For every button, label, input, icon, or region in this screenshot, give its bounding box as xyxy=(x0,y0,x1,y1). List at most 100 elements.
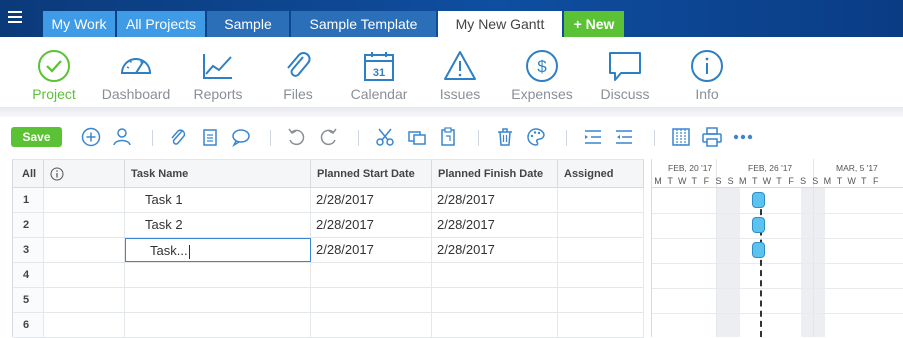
cut-icon[interactable] xyxy=(374,126,396,148)
tab-my-new-gantt[interactable]: My New Gantt xyxy=(438,11,562,37)
columns-icon[interactable] xyxy=(670,126,692,148)
planned-finish-header[interactable]: Planned Finish Date xyxy=(432,160,558,188)
planned-finish-cell[interactable] xyxy=(432,263,558,287)
planned-finish-cell[interactable]: 2/28/2017 xyxy=(432,238,558,262)
table-row[interactable]: 3 Task... 2/28/2017 2/28/2017 xyxy=(13,238,644,263)
gantt-row-line xyxy=(652,238,903,239)
assigned-cell[interactable] xyxy=(558,263,644,287)
nav-info-label: Info xyxy=(695,86,719,102)
assigned-cell[interactable] xyxy=(558,238,644,262)
task-name-cell[interactable]: Task 1 xyxy=(125,188,311,212)
nav-dashboard[interactable]: Dashboard xyxy=(91,49,181,102)
table-row[interactable]: 1 Task 1 2/28/2017 2/28/2017 xyxy=(13,188,644,213)
nav-expenses[interactable]: $ Expenses xyxy=(497,49,587,102)
assigned-cell[interactable] xyxy=(558,313,644,337)
row-info-cell[interactable] xyxy=(44,263,125,287)
nav-discuss[interactable]: Discuss xyxy=(580,49,670,102)
hamburger-menu-icon[interactable] xyxy=(8,11,22,25)
table-row[interactable]: 5 xyxy=(13,288,644,313)
nav-project[interactable]: Project xyxy=(9,49,99,102)
nav-calendar[interactable]: 31 Calendar xyxy=(334,49,424,102)
copy-icon[interactable] xyxy=(406,126,428,148)
nav-project-label: Project xyxy=(32,86,76,102)
save-button[interactable]: Save xyxy=(11,127,62,147)
task-name-cell[interactable] xyxy=(125,313,311,337)
planned-start-cell[interactable] xyxy=(311,263,432,287)
svg-text:$: $ xyxy=(537,57,547,76)
planned-start-cell[interactable] xyxy=(311,288,432,312)
project-tab-bar: My Work All Projects Sample Sample Templ… xyxy=(0,0,903,37)
undo-icon[interactable] xyxy=(285,126,307,148)
nav-reports-label: Reports xyxy=(193,86,243,102)
task-name-header[interactable]: Task Name xyxy=(125,160,311,188)
tab-all-projects[interactable]: All Projects xyxy=(117,11,205,37)
row-info-cell[interactable] xyxy=(44,313,125,337)
day-label: S xyxy=(715,176,722,186)
day-label: S xyxy=(727,176,734,186)
task-grid: All Task Name Planned Start Date Planned… xyxy=(12,159,644,338)
table-row[interactable]: 2 Task 2 2/28/2017 2/28/2017 xyxy=(13,213,644,238)
gantt-row-line xyxy=(652,213,903,214)
text-cursor xyxy=(188,244,190,259)
gantt-timeline: FEB, 20 '17 FEB, 26 '17 MAR, 5 '17 MTWTF… xyxy=(651,159,903,337)
planned-start-header[interactable]: Planned Start Date xyxy=(311,160,432,188)
nav-discuss-label: Discuss xyxy=(600,86,650,102)
task-name-input[interactable]: Task... xyxy=(125,238,311,262)
row-info-cell[interactable] xyxy=(44,188,125,212)
planned-start-cell[interactable] xyxy=(311,313,432,337)
paste-icon[interactable] xyxy=(437,126,459,148)
info-icon xyxy=(50,167,64,181)
assign-user-icon[interactable] xyxy=(111,126,133,148)
new-tab-button[interactable]: + New xyxy=(564,11,624,37)
nav-info[interactable]: Info xyxy=(662,49,752,102)
planned-finish-cell[interactable]: 2/28/2017 xyxy=(432,213,558,237)
nav-files-label: Files xyxy=(283,86,313,102)
planned-start-cell[interactable]: 2/28/2017 xyxy=(311,238,432,262)
paperclip-icon xyxy=(287,52,311,77)
planned-finish-cell[interactable] xyxy=(432,288,558,312)
nav-issues[interactable]: Issues xyxy=(415,49,505,102)
indent-icon[interactable] xyxy=(582,126,604,148)
planned-finish-cell[interactable] xyxy=(432,313,558,337)
comment-icon[interactable] xyxy=(230,126,252,148)
assigned-cell[interactable] xyxy=(558,288,644,312)
tab-my-work[interactable]: My Work xyxy=(43,11,115,37)
assigned-header[interactable]: Assigned xyxy=(558,160,644,188)
outdent-icon[interactable] xyxy=(613,126,635,148)
task-3-milestone[interactable] xyxy=(752,242,765,258)
task-2-milestone[interactable] xyxy=(752,217,765,233)
print-icon[interactable] xyxy=(701,126,723,148)
task-1-milestone[interactable] xyxy=(752,192,765,208)
add-task-icon[interactable] xyxy=(80,126,102,148)
table-row[interactable]: 4 xyxy=(13,263,644,288)
row-info-cell[interactable] xyxy=(44,238,125,262)
attach-icon[interactable] xyxy=(167,126,189,148)
planned-start-cell[interactable]: 2/28/2017 xyxy=(311,188,432,212)
more-options-icon[interactable] xyxy=(732,126,754,148)
calendar-icon: 31 xyxy=(364,52,394,81)
nav-reports[interactable]: Reports xyxy=(173,49,263,102)
clipboard-icon[interactable] xyxy=(199,126,221,148)
redo-icon[interactable] xyxy=(318,126,340,148)
color-palette-icon[interactable] xyxy=(525,126,547,148)
row-info-cell[interactable] xyxy=(44,288,125,312)
table-row[interactable]: 6 xyxy=(13,313,644,338)
day-label: T xyxy=(860,176,867,186)
delete-icon[interactable] xyxy=(494,126,516,148)
assigned-cell[interactable] xyxy=(558,188,644,212)
toolbar-separator xyxy=(358,130,359,146)
day-label: T xyxy=(752,176,758,186)
task-name-cell[interactable] xyxy=(125,288,311,312)
planned-start-cell[interactable]: 2/28/2017 xyxy=(311,213,432,237)
row-info-cell[interactable] xyxy=(44,213,125,237)
select-all-header[interactable]: All xyxy=(13,160,44,188)
assigned-cell[interactable] xyxy=(558,213,644,237)
info-column-header[interactable] xyxy=(44,160,125,188)
tab-sample-template[interactable]: Sample Template xyxy=(291,11,436,37)
task-name-cell[interactable]: Task 2 xyxy=(125,213,311,237)
planned-finish-cell[interactable]: 2/28/2017 xyxy=(432,188,558,212)
nav-files[interactable]: Files xyxy=(253,49,343,102)
tab-sample[interactable]: Sample xyxy=(207,11,289,37)
check-circle-icon xyxy=(38,50,70,82)
task-name-cell[interactable] xyxy=(125,263,311,287)
